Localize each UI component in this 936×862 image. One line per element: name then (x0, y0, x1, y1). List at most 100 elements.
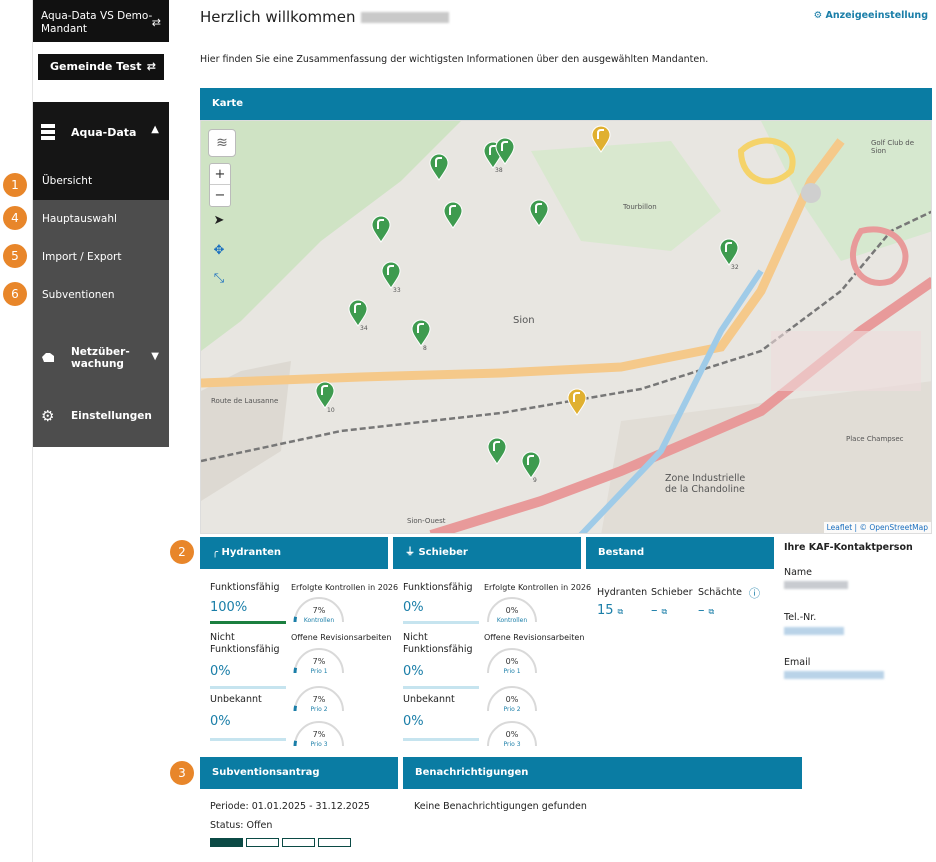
gauge-label: Prio 1 (310, 668, 328, 675)
stat-value: 100% (210, 600, 248, 615)
sidebar-item-import-export[interactable]: Import / Export (33, 238, 169, 276)
attribution-leaflet[interactable]: Leaflet (827, 523, 853, 532)
notifications-header: Benachrichtigungen (403, 757, 802, 789)
stat-value: 0% (210, 714, 231, 729)
gauge-label: Prio 1 (503, 668, 521, 675)
controls-label: Erfolgte Kontrollen in 2026 (484, 583, 592, 592)
stat-value: 0% (403, 664, 424, 679)
chevron-down-icon: ▼ (151, 351, 159, 362)
layers-button[interactable]: ≋ (208, 129, 236, 157)
marker-number: 34 (360, 325, 368, 332)
map-marker-icon[interactable] (529, 199, 549, 227)
map-label: Sion-Ouest (407, 517, 446, 525)
display-settings-label: Anzeigeeinstellung (825, 10, 928, 21)
map-label: Route de Lausanne (211, 397, 279, 405)
hydranten-title: Hydranten (221, 547, 282, 558)
gauge-value: 7% (312, 606, 326, 615)
gauge-value: 7% (312, 695, 326, 704)
status-step (210, 838, 243, 847)
sidebar-item-label: Einstellungen (71, 410, 152, 422)
chevron-up-icon: ▲ (151, 124, 159, 135)
bestand-hydranten-link[interactable]: 15 ⧉ (597, 603, 623, 618)
sidebar-item-aqua-data[interactable]: Aqua-Data ▲ (33, 102, 169, 162)
gauge-label: Prio 2 (310, 706, 328, 713)
map-label: Tourbillon (623, 203, 657, 211)
gauge-value: 0% (505, 730, 519, 739)
notifications-empty: Keine Benachrichtigungen gefunden (414, 801, 587, 812)
map-marker-icon[interactable] (411, 319, 431, 347)
map-marker-icon[interactable] (719, 238, 739, 266)
bestand-schaechte-link[interactable]: – ⧉ (698, 603, 714, 618)
server-icon (41, 124, 55, 140)
map-marker-icon[interactable] (591, 125, 611, 153)
gauge-label: Prio 2 (503, 706, 521, 713)
tenant-switch[interactable]: Aqua-Data VS Demo-Mandant ⇄ (33, 0, 169, 42)
step-badge: 3 (170, 761, 194, 785)
contact-email-redacted (784, 671, 884, 679)
stat-label: Unbekannt (210, 694, 262, 705)
step-badge: 5 (3, 244, 27, 268)
contact-phone-redacted (784, 627, 844, 635)
bestand-label: Schächte (698, 587, 742, 598)
stat-label: Unbekannt (403, 694, 455, 705)
map-marker-icon[interactable] (429, 153, 449, 181)
status-step (282, 838, 315, 847)
schieber-header: ⏚ Schieber (393, 537, 581, 569)
expand-icon[interactable]: ⤡ (209, 271, 229, 291)
contact-name-redacted (784, 581, 848, 589)
map-marker-icon[interactable] (371, 215, 391, 243)
external-link-icon: ⧉ (708, 607, 715, 616)
zoom-out-button[interactable]: − (210, 185, 230, 206)
status-step (318, 838, 351, 847)
stat-value: 0% (210, 664, 231, 679)
gauge-label: Prio 3 (310, 741, 328, 748)
step-badge: 4 (3, 206, 27, 230)
sidebar-rail (0, 0, 33, 862)
move-icon[interactable]: ✥ (209, 243, 229, 263)
gear-icon: ⚙ (41, 407, 55, 425)
gauge-label: Kontrollen (496, 617, 528, 624)
gauge-value: 0% (505, 695, 519, 704)
schieber-title: Schieber (418, 547, 468, 558)
bestand-schieber-link[interactable]: – ⧉ (651, 603, 667, 618)
map-label: Golf Club de Sion (871, 139, 915, 155)
map[interactable]: Sion Zone Industrielle de la Chandoline … (200, 120, 932, 534)
sidebar-item-subventionen[interactable]: Subventionen (33, 276, 169, 314)
marker-number: 8 (423, 345, 427, 352)
map-header: Karte (200, 88, 932, 120)
map-marker-icon[interactable] (348, 299, 368, 327)
progress-bar (210, 686, 286, 689)
locate-icon[interactable]: ➤ (209, 213, 229, 233)
hydranten-header: ╭ Hydranten (200, 537, 388, 569)
map-marker-icon[interactable] (381, 261, 401, 289)
municipality-switch[interactable]: Gemeinde Test ⇄ (38, 54, 164, 80)
display-settings-link[interactable]: ⚙ Anzeigeeinstellung (814, 10, 928, 21)
sidebar-item-hauptauswahl[interactable]: Hauptauswahl (33, 200, 169, 238)
municipality-label: Gemeinde Test (50, 60, 142, 73)
external-link-icon: ⧉ (661, 607, 668, 616)
swap-icon: ⇄ (146, 60, 156, 73)
bestand-label: Hydranten (597, 587, 648, 598)
map-marker-icon[interactable] (443, 201, 463, 229)
sidebar: Aqua-Data VS Demo-Mandant ⇄ Gemeinde Tes… (33, 0, 169, 447)
bestand-value: 15 (597, 603, 614, 618)
attribution-osm[interactable]: © OpenStreetMap (859, 523, 928, 532)
map-marker-icon[interactable] (495, 137, 515, 165)
swap-icon: ⇄ (151, 16, 161, 29)
map-marker-icon[interactable] (487, 437, 507, 465)
stat-label: Nicht Funktionsfähig (210, 632, 280, 655)
map-attribution: Leaflet | © OpenStreetMap (823, 522, 931, 533)
intro-text: Hier finden Sie eine Zusammenfassung der… (200, 54, 709, 65)
marker-number: 32 (731, 264, 739, 271)
info-icon[interactable]: ⓘ (749, 585, 760, 601)
map-marker-icon[interactable] (567, 388, 587, 416)
subvention-period: Periode: 01.01.2025 - 31.12.2025 (210, 801, 370, 812)
gauge-value: 7% (312, 657, 326, 666)
map-marker-icon[interactable] (521, 451, 541, 479)
sidebar-item-uebersicht[interactable]: Übersicht (33, 162, 169, 200)
step-badge: 1 (3, 173, 27, 197)
zoom-in-button[interactable]: + (210, 164, 230, 185)
contact-phone-label: Tel.-Nr. (784, 612, 817, 623)
map-marker-icon[interactable] (315, 381, 335, 409)
gauge-value: 0% (505, 657, 519, 666)
